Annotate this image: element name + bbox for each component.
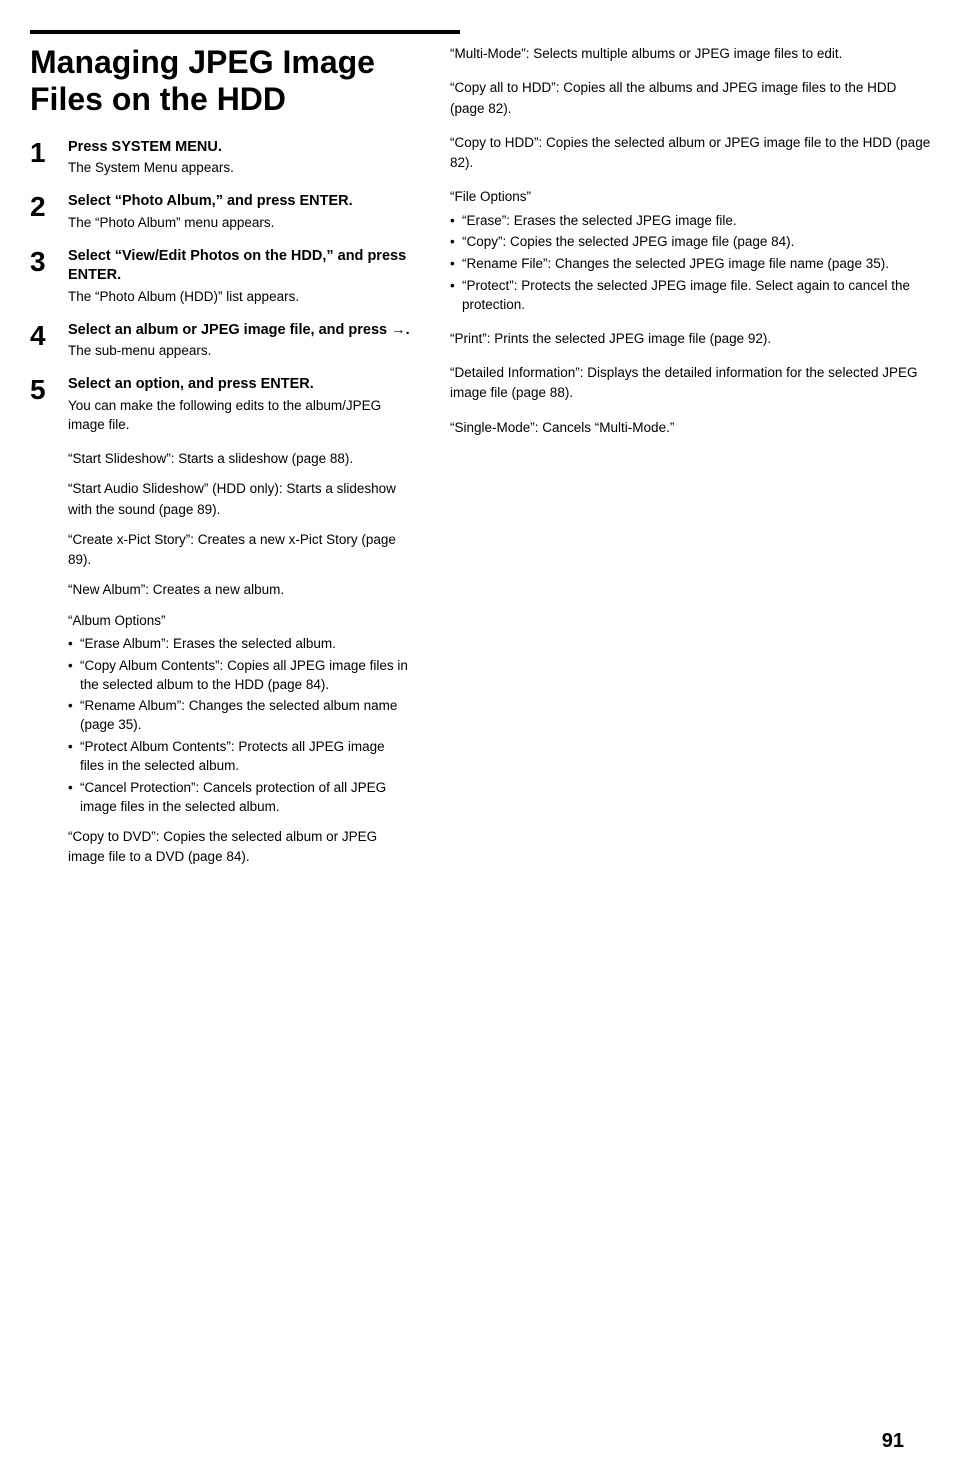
copy-all-hdd-option: “Copy all to HDD”: Copies all the albums… (450, 78, 934, 119)
detailed-info-option: “Detailed Information”: Displays the det… (450, 363, 934, 404)
step-4-title: Select an album or JPEG image file, and … (68, 321, 410, 340)
page-title: Managing JPEG Image Files on the HDD (30, 44, 410, 118)
album-options-label: “Album Options” (68, 611, 410, 631)
file-option-protect: “Protect”: Protects the selected JPEG im… (450, 277, 934, 315)
copy-to-dvd-option: “Copy to DVD”: Copies the selected album… (68, 827, 410, 868)
step-5-desc: You can make the following edits to the … (68, 397, 410, 435)
album-option-erase: “Erase Album”: Erases the selected album… (68, 635, 410, 654)
multi-mode-option: “Multi-Mode”: Selects multiple albums or… (450, 44, 934, 64)
step-3-content: Select “View/Edit Photos on the HDD,” an… (68, 247, 410, 307)
step-3-desc: The “Photo Album (HDD)” list appears. (68, 288, 410, 307)
file-options-label: “File Options” (450, 187, 934, 207)
step-4-content: Select an album or JPEG image file, and … (68, 321, 410, 362)
album-option-cancel-protection: “Cancel Protection”: Cancels protection … (68, 779, 410, 817)
main-content: Managing JPEG Image Files on the HDD 1 P… (0, 44, 954, 1443)
step-2: 2 Select “Photo Album,” and press ENTER.… (30, 192, 410, 233)
step-2-desc: The “Photo Album” menu appears. (68, 214, 410, 233)
slideshow-option: “Start Slideshow”: Starts a slideshow (p… (68, 449, 410, 469)
step-4-desc: The sub-menu appears. (68, 342, 410, 361)
file-option-copy: “Copy”: Copies the selected JPEG image f… (450, 233, 934, 252)
step-1-desc: The System Menu appears. (68, 159, 410, 178)
step-3-number: 3 (30, 247, 62, 278)
album-option-protect: “Protect Album Contents”: Protects all J… (68, 738, 410, 776)
step-1-title: Press SYSTEM MENU. (68, 138, 410, 157)
step-5-sub-content: “Start Slideshow”: Starts a slideshow (p… (30, 449, 410, 867)
step-1-content: Press SYSTEM MENU. The System Menu appea… (68, 138, 410, 179)
step-3: 3 Select “View/Edit Photos on the HDD,” … (30, 247, 410, 307)
top-rule (30, 30, 460, 34)
right-column: “Multi-Mode”: Selects multiple albums or… (430, 44, 954, 1443)
single-mode-option: “Single-Mode”: Cancels “Multi-Mode.” (450, 418, 934, 438)
album-option-copy-contents: “Copy Album Contents”: Copies all JPEG i… (68, 657, 410, 695)
audio-slideshow-option: “Start Audio Slideshow” (HDD only): Star… (68, 479, 410, 520)
step-5-number: 5 (30, 375, 62, 406)
file-option-erase: “Erase”: Erases the selected JPEG image … (450, 212, 934, 231)
file-option-rename: “Rename File”: Changes the selected JPEG… (450, 255, 934, 274)
step-3-title: Select “View/Edit Photos on the HDD,” an… (68, 247, 410, 285)
step-5: 5 Select an option, and press ENTER. You… (30, 375, 410, 435)
step-4-number: 4 (30, 321, 62, 352)
step-5-content: Select an option, and press ENTER. You c… (68, 375, 410, 435)
new-album-option: “New Album”: Creates a new album. (68, 580, 410, 600)
step-4: 4 Select an album or JPEG image file, an… (30, 321, 410, 362)
step-5-title: Select an option, and press ENTER. (68, 375, 410, 394)
page-container: Managing JPEG Image Files on the HDD 1 P… (0, 0, 954, 1483)
page-number: 91 (882, 1430, 904, 1453)
file-options-list: “Erase”: Erases the selected JPEG image … (450, 212, 934, 315)
step-1: 1 Press SYSTEM MENU. The System Menu app… (30, 138, 410, 179)
step-2-title: Select “Photo Album,” and press ENTER. (68, 192, 410, 211)
step-2-content: Select “Photo Album,” and press ENTER. T… (68, 192, 410, 233)
album-options-list: “Erase Album”: Erases the selected album… (68, 635, 410, 817)
copy-to-hdd-option: “Copy to HDD”: Copies the selected album… (450, 133, 934, 174)
step-1-number: 1 (30, 138, 62, 169)
xpict-option: “Create x-Pict Story”: Creates a new x-P… (68, 530, 410, 571)
step-2-number: 2 (30, 192, 62, 223)
left-column: Managing JPEG Image Files on the HDD 1 P… (0, 44, 430, 1443)
print-option: “Print”: Prints the selected JPEG image … (450, 329, 934, 349)
album-option-rename: “Rename Album”: Changes the selected alb… (68, 697, 410, 735)
